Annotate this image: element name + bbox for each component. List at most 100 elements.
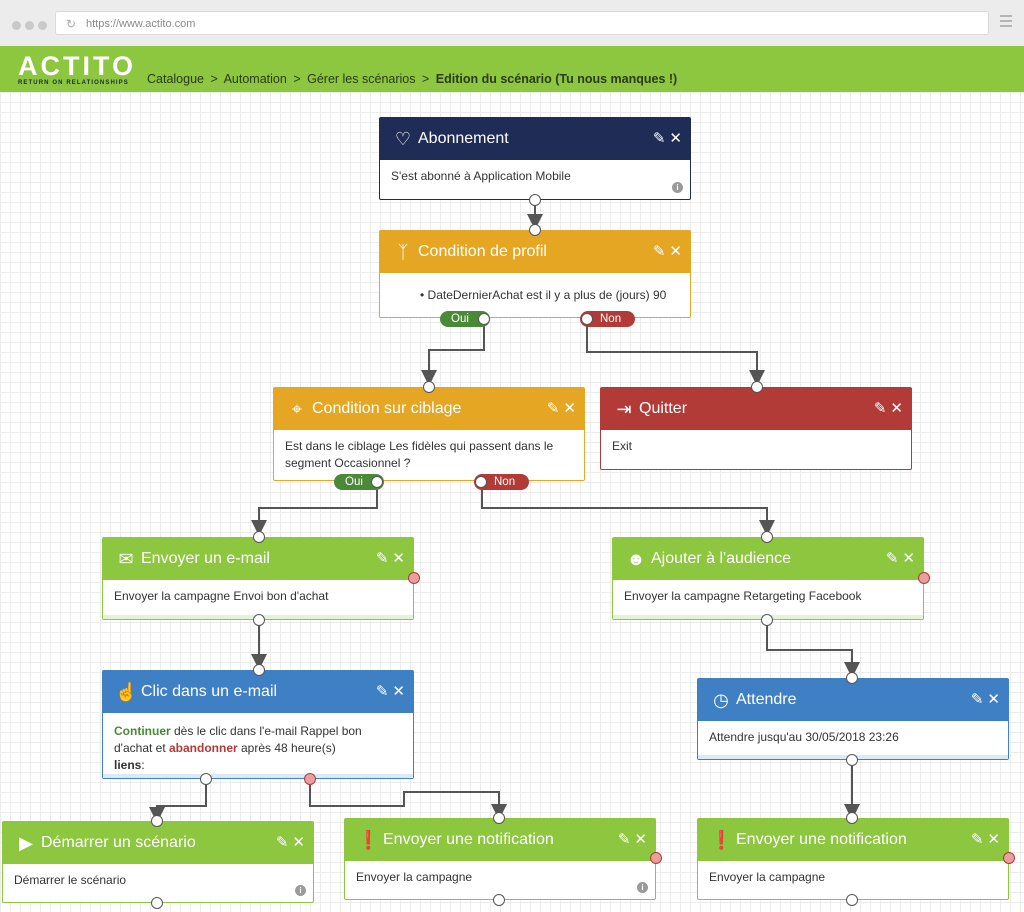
node-header: ♡ Abonnement ✎ ✕ [380, 118, 690, 160]
node-title: Ajouter à l'audience [651, 550, 792, 567]
no-port[interactable] [475, 476, 487, 488]
node-title: Envoyer une notification [383, 831, 554, 848]
close-icon[interactable]: ✕ [890, 400, 903, 417]
wire-oui-ciblage [421, 318, 485, 386]
node-title: Envoyer un e-mail [141, 550, 270, 567]
close-icon[interactable]: ✕ [669, 130, 682, 147]
node-title: Attendre [736, 691, 797, 708]
node-demarrer-scenario[interactable]: ▶ Démarrer un scénario ✎ ✕ Démarrer le sc… [2, 821, 314, 903]
edit-icon[interactable]: ✎ [874, 400, 887, 417]
output-port[interactable] [151, 897, 163, 909]
node-condition-ciblage[interactable]: ⌖ Condition sur ciblage ✎ ✕ Est dans le c… [273, 387, 585, 481]
close-icon[interactable]: ✕ [392, 550, 405, 567]
node-header: ᛉ Condition de profil ✎ ✕ [380, 231, 690, 273]
edit-icon[interactable]: ✎ [971, 691, 984, 708]
node-envoyer-email[interactable]: ✉ Envoyer un e-mail ✎ ✕ Envoyer la campag… [102, 537, 414, 620]
yes-port[interactable] [478, 313, 490, 325]
info-icon[interactable]: i [672, 182, 683, 193]
node-ajouter-audience[interactable]: ☻ Ajouter à l'audience ✎ ✕ Envoyer la cam… [612, 537, 924, 620]
output-port[interactable] [253, 614, 265, 626]
edit-icon[interactable]: ✎ [653, 243, 666, 260]
output-port[interactable] [846, 754, 858, 766]
node-body: Envoyer la campagne [356, 870, 473, 884]
edit-icon[interactable]: ✎ [653, 130, 666, 147]
node-footer-bar [103, 774, 413, 778]
no-label: Non [600, 313, 622, 325]
wire-clic-notif1 [309, 779, 507, 820]
edit-icon[interactable]: ✎ [618, 831, 631, 848]
crosshair-icon: ⌖ [291, 399, 303, 419]
output-port[interactable] [529, 194, 541, 206]
output-port[interactable] [761, 614, 773, 626]
yes-port[interactable] [371, 476, 383, 488]
edit-icon[interactable]: ✎ [376, 550, 389, 567]
close-icon[interactable]: ✕ [902, 550, 915, 567]
edit-icon[interactable]: ✎ [971, 831, 984, 848]
input-port[interactable] [751, 381, 763, 393]
node-envoyer-notification[interactable]: ❗ Envoyer une notification ✎ ✕ Envoyer la… [697, 818, 1009, 900]
alert-icon: ❗ [357, 830, 380, 850]
edit-icon[interactable]: ✎ [276, 834, 289, 851]
edit-icon[interactable]: ✎ [376, 683, 389, 700]
error-port[interactable] [1003, 852, 1015, 864]
node-header: ▶ Démarrer un scénario ✎ ✕ [3, 822, 313, 864]
input-port[interactable] [253, 664, 265, 676]
alert-icon: ❗ [710, 830, 733, 850]
error-port[interactable] [918, 572, 930, 584]
yes-label: Oui [451, 313, 469, 325]
node-body: Exit [612, 439, 633, 453]
close-icon[interactable]: ✕ [987, 831, 1000, 848]
info-icon[interactable]: i [637, 882, 648, 893]
input-port[interactable] [493, 812, 505, 824]
links-colon: : [141, 758, 145, 772]
envelope-icon: ✉ [118, 549, 134, 569]
close-icon[interactable]: ✕ [392, 683, 405, 700]
node-body: Continuer dès le clic dans l'e-mail Rapp… [103, 713, 413, 782]
output-port[interactable] [846, 894, 858, 906]
edit-icon[interactable]: ✎ [547, 400, 560, 417]
clock-icon: ◷ [713, 690, 729, 710]
heart-icon: ♡ [394, 129, 412, 149]
node-envoyer-notification[interactable]: ❗ Envoyer une notification ✎ ✕ Envoyer la… [344, 818, 656, 900]
node-body: Envoyer la campagne Envoi bon d'achat [114, 589, 329, 603]
input-port[interactable] [423, 381, 435, 393]
input-port[interactable] [846, 812, 858, 824]
wire-non-quitter [586, 318, 765, 386]
node-quitter[interactable]: ⇥ Quitter ✎ ✕ Exit [600, 387, 912, 470]
no-port[interactable] [581, 313, 593, 325]
input-port[interactable] [253, 531, 265, 543]
node-attendre[interactable]: ◷ Attendre ✎ ✕ Attendre jusqu'au 30/05/20… [697, 678, 1009, 760]
close-icon[interactable]: ✕ [563, 400, 576, 417]
close-icon[interactable]: ✕ [669, 243, 682, 260]
close-icon[interactable]: ✕ [292, 834, 305, 851]
info-icon[interactable]: i [295, 885, 306, 896]
node-header: ❗ Envoyer une notification ✎ ✕ [698, 819, 1008, 861]
node-clic-email[interactable]: ☝ Clic dans un e-mail ✎ ✕ Continuer dès l… [102, 670, 414, 779]
node-abonnement[interactable]: ♡ Abonnement ✎ ✕ S'est abonné à Applicati… [379, 117, 691, 200]
error-port[interactable] [408, 572, 420, 584]
edit-icon[interactable]: ✎ [886, 550, 899, 567]
error-port[interactable] [650, 852, 662, 864]
node-header: ⌖ Condition sur ciblage ✎ ✕ [274, 388, 584, 430]
node-title: Clic dans un e-mail [141, 683, 278, 700]
close-icon[interactable]: ✕ [987, 691, 1000, 708]
input-port[interactable] [151, 815, 163, 827]
continue-port[interactable] [200, 773, 212, 785]
node-header: ✉ Envoyer un e-mail ✎ ✕ [103, 538, 413, 580]
node-body: Envoyer la campagne Retargeting Facebook [624, 589, 862, 603]
wire-clic-demarrer [149, 779, 207, 823]
node-title: Envoyer une notification [736, 831, 907, 848]
users-icon: ☻ [626, 549, 646, 569]
close-icon[interactable]: ✕ [634, 831, 647, 848]
input-port[interactable] [846, 672, 858, 684]
input-port[interactable] [529, 224, 541, 236]
abandon-port[interactable] [304, 773, 316, 785]
condition-rule: DateDernierAchat est il y a plus de (jou… [427, 288, 667, 302]
exit-icon: ⇥ [616, 399, 632, 419]
input-port[interactable] [761, 531, 773, 543]
output-port[interactable] [493, 894, 505, 906]
node-body: Est dans le ciblage Les fidèles qui pass… [285, 439, 554, 470]
links-label: liens [114, 758, 142, 772]
node-condition-profil[interactable]: ᛉ Condition de profil ✎ ✕ • DateDernierAc… [379, 230, 691, 318]
node-header: ☝ Clic dans un e-mail ✎ ✕ [103, 671, 413, 713]
